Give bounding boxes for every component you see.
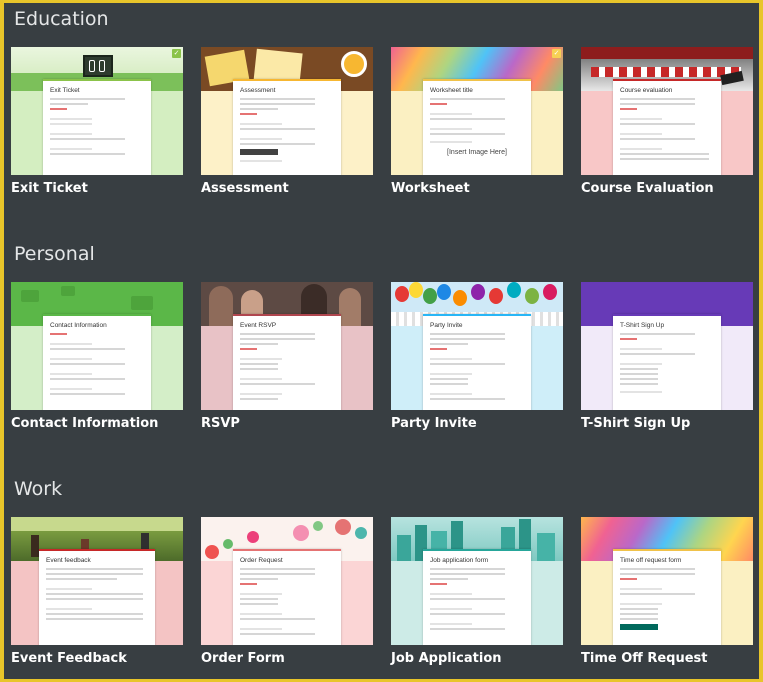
- template-card-worksheet[interactable]: ✓ Worksheet title [Insert Image Here] Wo…: [391, 47, 563, 196]
- check-icon: ✓: [552, 49, 561, 58]
- template-label[interactable]: Order Form: [201, 651, 285, 666]
- form-preview-title: Event feedback: [46, 557, 91, 564]
- template-card-contact-information[interactable]: Contact Information Contact Information: [11, 282, 183, 431]
- form-preview: Time off request form: [613, 549, 721, 645]
- template-label[interactable]: Contact Information: [11, 416, 158, 431]
- template-label[interactable]: Time Off Request: [581, 651, 707, 666]
- template-thumbnail[interactable]: T-Shirt Sign Up: [581, 282, 753, 410]
- form-preview: Exit Ticket: [43, 79, 151, 175]
- template-card-event-feedback[interactable]: Event feedback Event Feedback: [11, 517, 183, 666]
- form-preview-title: Exit Ticket: [50, 87, 80, 94]
- form-preview-title: Course evaluation: [620, 87, 673, 94]
- form-preview-title: Party Invite: [430, 322, 463, 329]
- template-label[interactable]: Event Feedback: [11, 651, 127, 666]
- form-preview-title: Job application form: [430, 557, 489, 564]
- template-card-exit-ticket[interactable]: ✓ Exit Ticket Exit Ticket: [11, 47, 183, 196]
- template-thumbnail[interactable]: Course evaluation: [581, 47, 753, 175]
- check-icon: ✓: [172, 49, 181, 58]
- template-label[interactable]: RSVP: [201, 416, 240, 431]
- form-preview: Event RSVP: [233, 314, 341, 410]
- template-label[interactable]: Party Invite: [391, 416, 477, 431]
- template-card-course-evaluation[interactable]: Course evaluation Course Evaluation: [581, 47, 753, 196]
- image-placeholder: [Insert Image Here]: [447, 149, 507, 156]
- template-label[interactable]: T-Shirt Sign Up: [581, 416, 690, 431]
- template-thumbnail[interactable]: Contact Information: [11, 282, 183, 410]
- template-thumbnail[interactable]: Time off request form: [581, 517, 753, 645]
- form-preview: Worksheet title [Insert Image Here]: [423, 79, 531, 175]
- template-thumbnail[interactable]: Event feedback: [11, 517, 183, 645]
- template-thumbnail[interactable]: ✓ Exit Ticket: [11, 47, 183, 175]
- form-preview-title: Assessment: [240, 87, 276, 94]
- template-thumbnail[interactable]: ✓ Worksheet title [Insert Image Here]: [391, 47, 563, 175]
- form-preview: Order Request: [233, 549, 341, 645]
- form-preview-title: T-Shirt Sign Up: [620, 322, 665, 329]
- section-title-personal: Personal: [14, 243, 95, 265]
- section-title-work: Work: [14, 478, 63, 500]
- form-preview: T-Shirt Sign Up: [613, 314, 721, 410]
- template-card-party-invite[interactable]: Party Invite Party Invite: [391, 282, 563, 431]
- section-title-education: Education: [14, 8, 109, 30]
- template-card-assessment[interactable]: Assessment Assessment: [201, 47, 373, 196]
- form-preview-title: Time off request form: [620, 557, 682, 564]
- template-label[interactable]: Job Application: [391, 651, 502, 666]
- template-gallery: Education ✓ Exit Ticket Exit Ticket Asse…: [4, 3, 759, 679]
- template-thumbnail[interactable]: Event RSVP: [201, 282, 373, 410]
- form-preview: Course evaluation: [613, 79, 721, 175]
- template-card-tshirt-sign-up[interactable]: T-Shirt Sign Up T-Shirt Sign Up: [581, 282, 753, 431]
- template-card-time-off-request[interactable]: Time off request form Time Off Request: [581, 517, 753, 666]
- form-preview: Job application form: [423, 549, 531, 645]
- template-label[interactable]: Worksheet: [391, 181, 470, 196]
- form-preview-title: Order Request: [240, 557, 283, 564]
- form-preview: Event feedback: [39, 549, 155, 645]
- template-thumbnail[interactable]: Order Request: [201, 517, 373, 645]
- form-preview: Party Invite: [423, 314, 531, 410]
- template-label[interactable]: Exit Ticket: [11, 181, 88, 196]
- template-thumbnail[interactable]: Party Invite: [391, 282, 563, 410]
- template-thumbnail[interactable]: Job application form: [391, 517, 563, 645]
- form-preview-title: Contact Information: [50, 322, 107, 329]
- template-thumbnail[interactable]: Assessment: [201, 47, 373, 175]
- form-preview-title: Worksheet title: [430, 87, 473, 94]
- template-card-rsvp[interactable]: Event RSVP RSVP: [201, 282, 373, 431]
- form-preview: Assessment: [233, 79, 341, 175]
- template-card-job-application[interactable]: Job application form Job Application: [391, 517, 563, 666]
- form-preview: Contact Information: [43, 314, 151, 410]
- template-label[interactable]: Course Evaluation: [581, 181, 714, 196]
- form-preview-title: Event RSVP: [240, 322, 277, 329]
- template-card-order-form[interactable]: Order Request Order Form: [201, 517, 373, 666]
- template-label[interactable]: Assessment: [201, 181, 289, 196]
